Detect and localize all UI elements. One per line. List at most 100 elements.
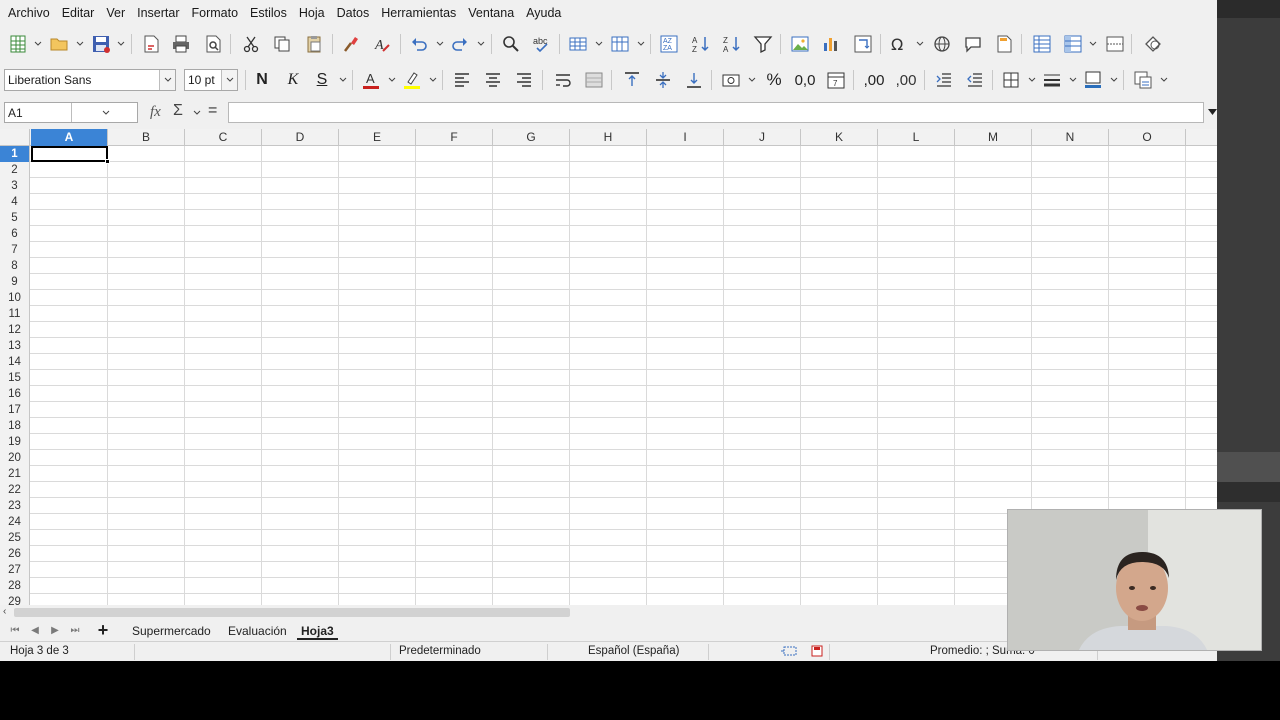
row-header-26[interactable]: 26 <box>0 546 29 562</box>
menu-herramientas[interactable]: Herramientas <box>375 6 462 20</box>
special-character-icon[interactable]: Ω <box>887 32 911 56</box>
chevron-down-icon[interactable] <box>1028 76 1036 84</box>
chevron-down-icon[interactable] <box>748 76 756 84</box>
column-icon[interactable] <box>608 32 632 56</box>
function-wizard-button[interactable]: fx <box>150 104 161 121</box>
formula-button[interactable]: = <box>208 102 217 120</box>
new-spreadsheet-icon[interactable] <box>6 32 30 56</box>
menu-ayuda[interactable]: Ayuda <box>520 6 567 20</box>
column-header-g[interactable]: G <box>493 129 570 146</box>
currency-format-icon[interactable] <box>719 68 743 92</box>
scrollbar-thumb[interactable] <box>14 608 570 617</box>
percent-format-button[interactable]: % <box>762 68 786 92</box>
expand-formula-icon[interactable] <box>1208 108 1217 116</box>
border-color-icon[interactable] <box>1081 68 1105 92</box>
column-header-a[interactable]: A <box>31 129 108 146</box>
italic-button[interactable]: K <box>281 68 305 92</box>
date-format-icon[interactable]: 7 <box>824 68 848 92</box>
menu-hoja[interactable]: Hoja <box>293 6 331 20</box>
column-header-n[interactable]: N <box>1032 129 1109 146</box>
menu-archivo[interactable]: Archivo <box>2 6 56 20</box>
row-header-11[interactable]: 11 <box>0 306 29 322</box>
show-draw-functions-icon[interactable] <box>1141 32 1165 56</box>
column-header-b[interactable]: B <box>108 129 185 146</box>
row-header-25[interactable]: 25 <box>0 530 29 546</box>
print-icon[interactable] <box>169 32 193 56</box>
row-header-28[interactable]: 28 <box>0 578 29 594</box>
undo-icon[interactable] <box>407 32 431 56</box>
document-modified-icon[interactable] <box>811 645 823 660</box>
row-header-19[interactable]: 19 <box>0 434 29 450</box>
column-header-m[interactable]: M <box>955 129 1032 146</box>
row-icon[interactable] <box>566 32 590 56</box>
highlight-color-icon[interactable] <box>400 68 424 92</box>
open-folder-icon[interactable] <box>47 32 71 56</box>
number-format-button[interactable]: 0,0 <box>791 68 819 92</box>
column-header-j[interactable]: J <box>724 129 801 146</box>
chevron-down-icon[interactable] <box>1069 76 1077 84</box>
row-header-3[interactable]: 3 <box>0 178 29 194</box>
pivot-table-icon[interactable] <box>851 32 875 56</box>
row-header-18[interactable]: 18 <box>0 418 29 434</box>
align-middle-icon[interactable] <box>651 68 675 92</box>
column-header-i[interactable]: I <box>647 129 724 146</box>
font-name-combo[interactable]: Liberation Sans <box>4 69 176 91</box>
row-header-1[interactable]: 1 <box>0 146 29 162</box>
text-language[interactable]: Español (España) <box>588 645 679 657</box>
select-all-corner[interactable] <box>0 129 30 146</box>
selection-mode-icon[interactable] <box>781 646 797 659</box>
cut-icon[interactable] <box>239 32 263 56</box>
autofilter-icon[interactable] <box>751 32 775 56</box>
chevron-down-icon[interactable] <box>595 40 603 48</box>
chevron-down-icon[interactable] <box>159 70 175 90</box>
row-header-2[interactable]: 2 <box>0 162 29 178</box>
export-pdf-icon[interactable] <box>139 32 163 56</box>
header-footer-icon[interactable] <box>992 32 1016 56</box>
sort-icon[interactable]: AZ ZA <box>657 32 681 56</box>
chevron-down-icon[interactable] <box>429 76 437 84</box>
row-header-14[interactable]: 14 <box>0 354 29 370</box>
font-size-combo[interactable]: 10 pt <box>184 69 238 91</box>
column-header-o[interactable]: O <box>1109 129 1186 146</box>
redo-icon[interactable] <box>448 32 472 56</box>
print-preview-icon[interactable] <box>201 32 225 56</box>
clone-formatting-icon[interactable] <box>339 32 363 56</box>
row-header-10[interactable]: 10 <box>0 290 29 306</box>
bold-button[interactable]: N <box>250 68 274 92</box>
column-header-c[interactable]: C <box>185 129 262 146</box>
row-header-17[interactable]: 17 <box>0 402 29 418</box>
row-header-15[interactable]: 15 <box>0 370 29 386</box>
name-box[interactable]: A1 <box>4 102 138 123</box>
row-header-12[interactable]: 12 <box>0 322 29 338</box>
row-header-21[interactable]: 21 <box>0 466 29 482</box>
previous-sheet-icon[interactable]: ◀ <box>28 622 42 638</box>
font-color-icon[interactable]: A <box>359 68 383 92</box>
wrap-text-icon[interactable] <box>551 68 575 92</box>
row-header-23[interactable]: 23 <box>0 498 29 514</box>
conditional-format-icon[interactable] <box>1131 68 1155 92</box>
last-sheet-icon[interactable]: ⏭ <box>68 622 82 638</box>
define-print-area-icon[interactable] <box>1030 32 1054 56</box>
chevron-down-icon[interactable] <box>637 40 645 48</box>
align-bottom-icon[interactable] <box>682 68 706 92</box>
chevron-down-icon[interactable] <box>34 40 42 48</box>
chevron-down-icon[interactable] <box>1110 76 1118 84</box>
row-header-9[interactable]: 9 <box>0 274 29 290</box>
align-right-icon[interactable] <box>512 68 536 92</box>
menu-ventana[interactable]: Ventana <box>462 6 520 20</box>
row-header-13[interactable]: 13 <box>0 338 29 354</box>
column-header-h[interactable]: H <box>570 129 647 146</box>
copy-icon[interactable] <box>270 32 294 56</box>
menu-editar[interactable]: Editar <box>56 6 101 20</box>
align-top-icon[interactable] <box>620 68 644 92</box>
borders-icon[interactable] <box>999 68 1023 92</box>
chevron-down-icon[interactable] <box>477 40 485 48</box>
chevron-down-icon[interactable] <box>1160 76 1168 84</box>
sheet-tab-hoja3[interactable]: Hoja3 <box>297 622 338 640</box>
underline-button[interactable]: S <box>310 68 334 92</box>
column-header-k[interactable]: K <box>801 129 878 146</box>
freeze-rows-columns-icon[interactable] <box>1061 32 1085 56</box>
menu-estilos[interactable]: Estilos <box>244 6 293 20</box>
column-header-l[interactable]: L <box>878 129 955 146</box>
formula-input[interactable] <box>228 102 1204 123</box>
